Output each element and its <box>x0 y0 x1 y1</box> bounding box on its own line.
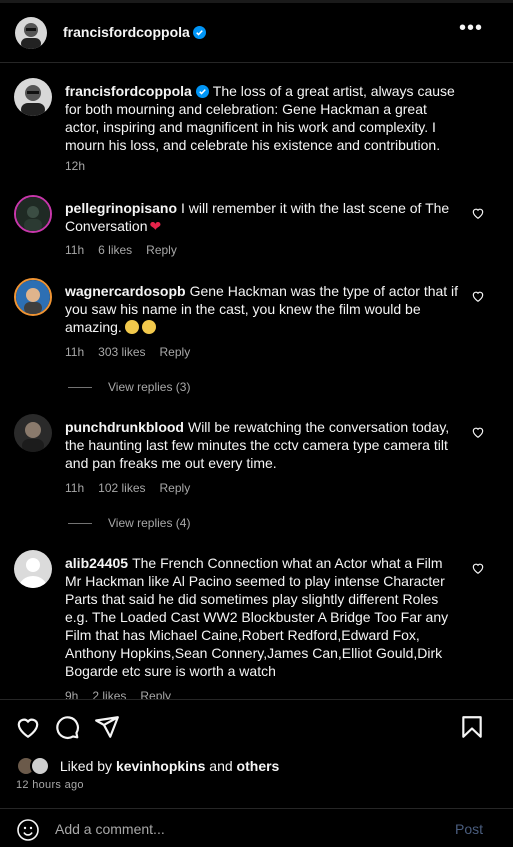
post-timestamp: 12 hours ago <box>16 779 84 791</box>
commenter-avatar[interactable] <box>14 550 52 588</box>
replies-divider-line <box>68 387 92 389</box>
view-replies-button[interactable]: View replies (3) <box>68 380 190 394</box>
add-comment-row: Post <box>0 808 513 847</box>
verified-badge-icon <box>195 85 209 98</box>
like-comment-heart-icon[interactable] <box>471 206 485 220</box>
reply-button[interactable]: Reply <box>160 345 191 359</box>
comment-time: 11h <box>65 243 85 257</box>
comment-time: 11h <box>65 345 85 359</box>
liker-avatar <box>30 756 50 776</box>
author-avatar[interactable] <box>15 17 47 49</box>
comment-username[interactable]: wagnercardosopb <box>65 283 186 299</box>
share-send-icon[interactable] <box>94 714 120 740</box>
caption-time: 12h <box>65 159 86 173</box>
liker-username[interactable]: kevinhopkins <box>116 758 205 774</box>
sad-face-emoji-icon <box>124 320 139 334</box>
comment-likes[interactable]: 2 likes <box>92 689 126 699</box>
commenter-avatar[interactable] <box>14 278 52 316</box>
reply-button[interactable]: Reply <box>146 243 177 257</box>
verified-badge-icon <box>192 26 206 39</box>
caption-text: francisfordcoppola The loss of a great ar… <box>65 83 455 153</box>
comment-meta: 9h 2 likes Reply <box>65 689 185 699</box>
comment-likes[interactable]: 102 likes <box>98 481 145 495</box>
comment-text: punchdrunkblood Will be rewatching the co… <box>65 419 450 471</box>
post-comment-button[interactable]: Post <box>455 821 483 837</box>
liked-by-line: Liked by kevinhopkins and others <box>16 756 279 776</box>
comment-username[interactable]: pellegrinopisano <box>65 200 177 216</box>
add-comment-input[interactable] <box>55 821 415 837</box>
commenter-avatar[interactable] <box>14 414 52 452</box>
liked-by-others-link[interactable]: others <box>237 758 280 774</box>
commenter-avatar[interactable] <box>14 195 52 233</box>
post-actions-panel: Liked by kevinhopkins and others 12 hour… <box>0 699 513 847</box>
comment-text: pellegrinopisano I will remember it with … <box>65 200 450 234</box>
comment-bubble-icon[interactable] <box>54 714 80 740</box>
comment-time: 11h <box>65 481 85 495</box>
view-replies-button[interactable]: View replies (4) <box>68 516 190 530</box>
like-comment-heart-icon[interactable] <box>471 561 485 575</box>
reply-button[interactable]: Reply <box>160 481 191 495</box>
comment-text: wagnercardosopb Gene Hackman was the type… <box>65 283 459 335</box>
caption-avatar[interactable] <box>14 78 52 116</box>
like-heart-icon[interactable] <box>15 714 41 740</box>
crying-face-emoji-icon <box>141 320 156 334</box>
more-options-icon[interactable]: ••• <box>459 17 483 40</box>
comment-likes[interactable]: 6 likes <box>98 243 132 257</box>
comments-scroll-area[interactable]: francisfordcoppola The loss of a great ar… <box>0 64 513 699</box>
author-username[interactable]: francisfordcoppola <box>63 24 206 40</box>
like-comment-heart-icon[interactable] <box>471 289 485 303</box>
post-header: francisfordcoppola ••• <box>0 3 513 63</box>
red-heart-emoji-icon: ❤ <box>149 218 162 234</box>
comment-time: 9h <box>65 689 79 699</box>
like-comment-heart-icon[interactable] <box>471 425 485 439</box>
caption-username[interactable]: francisfordcoppola <box>65 83 192 99</box>
comment-username[interactable]: alib24405 <box>65 555 128 571</box>
comment-text: alib24405 The French Connection what an A… <box>65 555 449 679</box>
emoji-smiley-icon[interactable] <box>16 818 40 842</box>
comment-meta: 11h 6 likes Reply <box>65 243 191 257</box>
reply-button[interactable]: Reply <box>140 689 171 699</box>
comment-username[interactable]: punchdrunkblood <box>65 419 184 435</box>
replies-divider-line <box>68 523 92 525</box>
comment-meta: 11h 303 likes Reply <box>65 345 204 359</box>
save-bookmark-icon[interactable] <box>459 714 485 740</box>
comment-likes[interactable]: 303 likes <box>98 345 145 359</box>
comment-meta: 11h 102 likes Reply <box>65 481 204 495</box>
caption-meta: 12h <box>65 159 99 173</box>
